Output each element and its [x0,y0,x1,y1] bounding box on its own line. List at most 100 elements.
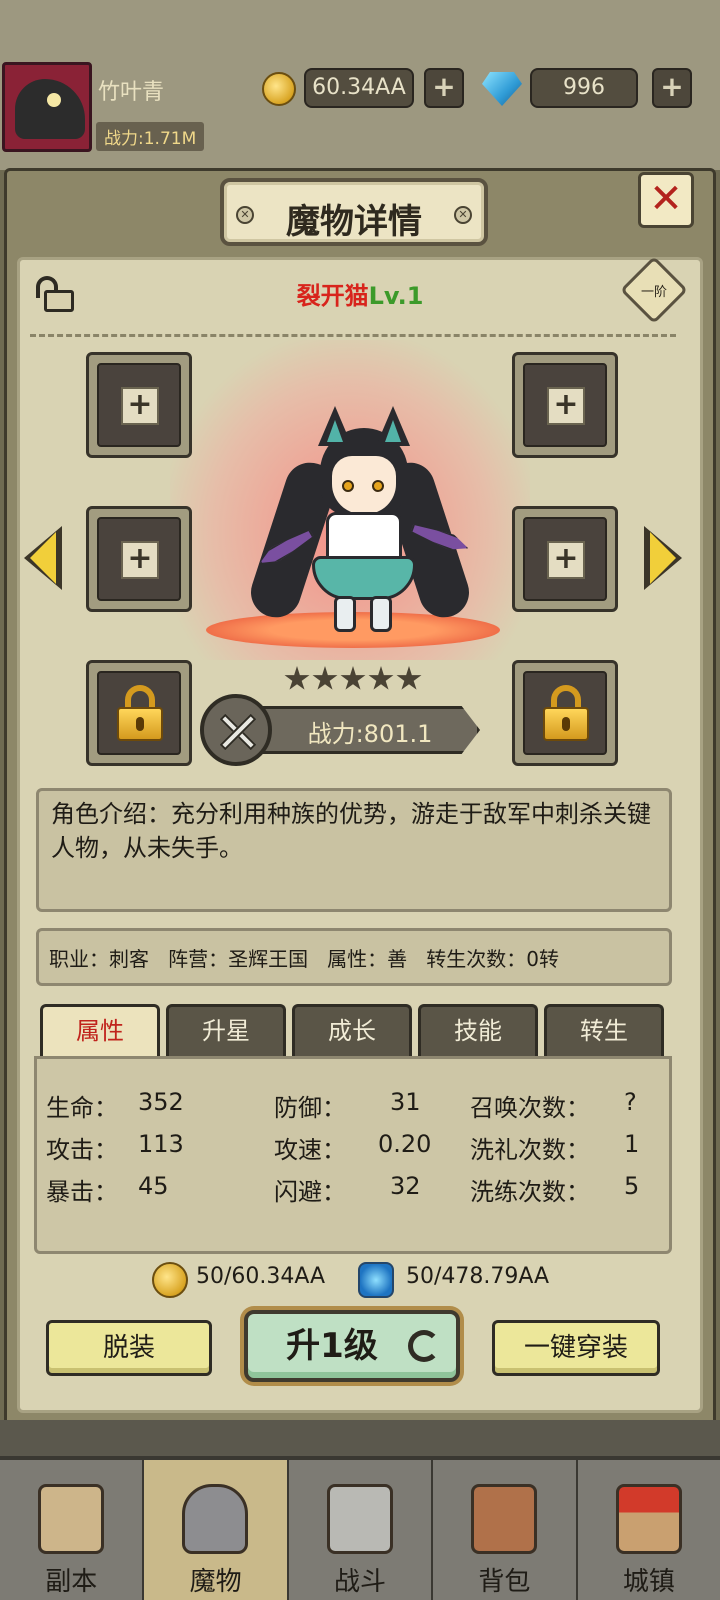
add-gold-button[interactable]: + [424,68,464,108]
monster-description: 角色介绍：充分利用种族的优势，游走于敌军中刺杀关键人物，从未失手。 [51,800,651,862]
equip-slot-mid-left[interactable]: + [86,506,192,612]
helmet-icon [182,1484,249,1554]
panel-title: 魔物详情 [286,202,422,242]
divider [30,334,676,337]
equip-slot-top-right[interactable]: + [512,352,618,458]
monster-character-image [244,400,476,640]
tab-star-up[interactable]: 升星 [166,1004,286,1058]
padlock-icon [117,685,163,741]
attr-value: ? [624,1088,637,1116]
avatar-eye [47,93,61,107]
attr-value: 1 [624,1130,640,1158]
info-box: 职业：刺客 阵营：圣辉王国 属性：善 转生次数：0转 [36,928,672,986]
tab-skills[interactable]: 技能 [418,1004,538,1058]
blue-orb-icon [358,1262,394,1298]
add-equip-icon: + [121,387,159,425]
orb-cost: 50/478.79AA [406,1264,550,1289]
add-equip-icon: + [547,387,585,425]
tab-rebirth[interactable]: 转生 [544,1004,664,1058]
rank-label: 一阶 [640,285,667,300]
nav-label: 副本 [45,1567,98,1597]
attr-label: 生命： [46,1094,118,1122]
nav-dungeon[interactable]: 副本 [0,1460,145,1600]
padlock-icon [543,685,589,741]
char-eye-right [372,480,384,492]
player-power: 战力:1.71M [96,122,205,151]
attr-value: 352 [138,1088,184,1116]
tab-growth[interactable]: 成长 [292,1004,412,1058]
add-equip-icon: + [547,541,585,579]
monster-info: 职业：刺客 阵营：圣辉王国 属性：善 转生次数：0转 [49,947,559,971]
attr-label: 洗礼次数： [470,1136,590,1164]
avatar-face [15,79,85,139]
crossed-swords-icon [200,694,272,766]
char-ear-right [376,406,410,446]
attr-value: 5 [624,1172,640,1200]
char-eye-left [342,480,354,492]
shop-house-icon [615,1484,682,1554]
attr-label: 攻速： [274,1136,346,1164]
crossed-swords-icon [326,1484,393,1554]
attr-value: 32 [390,1172,421,1200]
player-avatar[interactable] [2,62,92,152]
monster-power: 战力:801.1 [307,720,433,748]
attr-label: 攻击： [46,1136,118,1164]
equip-slot-bottom-left-locked[interactable] [86,660,192,766]
equip-slot-mid-right[interactable]: + [512,506,618,612]
prev-monster-arrow-icon[interactable] [24,526,62,590]
nav-label: 背包 [478,1567,531,1597]
gold-cost: 50/60.34AA [196,1264,326,1289]
monster-name: 裂开猫 [296,282,369,310]
unequip-button[interactable]: 脱装 [46,1320,212,1376]
nav-battle[interactable]: 战斗 [289,1460,434,1600]
attr-value: 113 [138,1130,184,1158]
refresh-icon [408,1330,440,1362]
next-monster-arrow-icon[interactable] [644,526,682,590]
gold-coin-icon [152,1262,188,1298]
char-leg-right [370,596,392,632]
gold-coin-icon [262,72,296,106]
background-strip [0,1420,720,1456]
nav-monster[interactable]: 魔物 [144,1460,289,1600]
attr-label: 防御： [274,1094,346,1122]
nav-label: 魔物 [189,1567,242,1597]
add-equip-icon: + [121,541,159,579]
title-plate: ✕ 魔物详情 ✕ [220,178,488,246]
equip-all-button[interactable]: 一键穿装 [492,1320,660,1376]
player-name: 竹叶青 [98,80,165,105]
attr-value: 31 [390,1088,421,1116]
attr-label: 召唤次数： [470,1094,590,1122]
monster-title: 裂开猫Lv.1 [0,276,720,311]
gem-amount: 996 [530,68,638,108]
add-gem-button[interactable]: + [652,68,692,108]
star-icon [340,666,366,690]
char-ear-left [318,406,352,446]
char-leg-left [334,596,356,632]
detail-tabs: 属性 升星 成长 技能 转生 [40,1004,664,1058]
equip-slot-bottom-right-locked[interactable] [512,660,618,766]
attr-label: 闪避： [274,1178,346,1206]
description-box: 角色介绍：充分利用种族的优势，游走于敌军中刺杀关键人物，从未失手。 [36,788,672,912]
tab-attributes[interactable]: 属性 [40,1004,160,1058]
nav-label: 战斗 [334,1567,387,1597]
gold-amount: 60.34AA [304,68,414,108]
nav-label: 城镇 [622,1567,675,1597]
bottom-nav: 副本 魔物 战斗 背包 城镇 [0,1456,720,1600]
star-icon [396,666,422,690]
star-icon [312,666,338,690]
attr-value: 0.20 [378,1130,432,1158]
nav-town[interactable]: 城镇 [578,1460,720,1600]
star-rating [284,666,428,696]
map-scroll-icon [38,1484,104,1554]
attr-value: 45 [138,1172,169,1200]
nav-backpack[interactable]: 背包 [433,1460,578,1600]
attr-label: 洗练次数： [470,1178,590,1206]
monster-level: Lv.1 [368,282,424,310]
attr-label: 暴击： [46,1178,118,1206]
star-icon [284,666,310,690]
close-button[interactable]: ✕ [638,172,694,228]
char-skirt [312,556,416,600]
star-icon [368,666,394,690]
equip-slot-top-left[interactable]: + [86,352,192,458]
bolt-icon: ✕ [454,206,472,224]
